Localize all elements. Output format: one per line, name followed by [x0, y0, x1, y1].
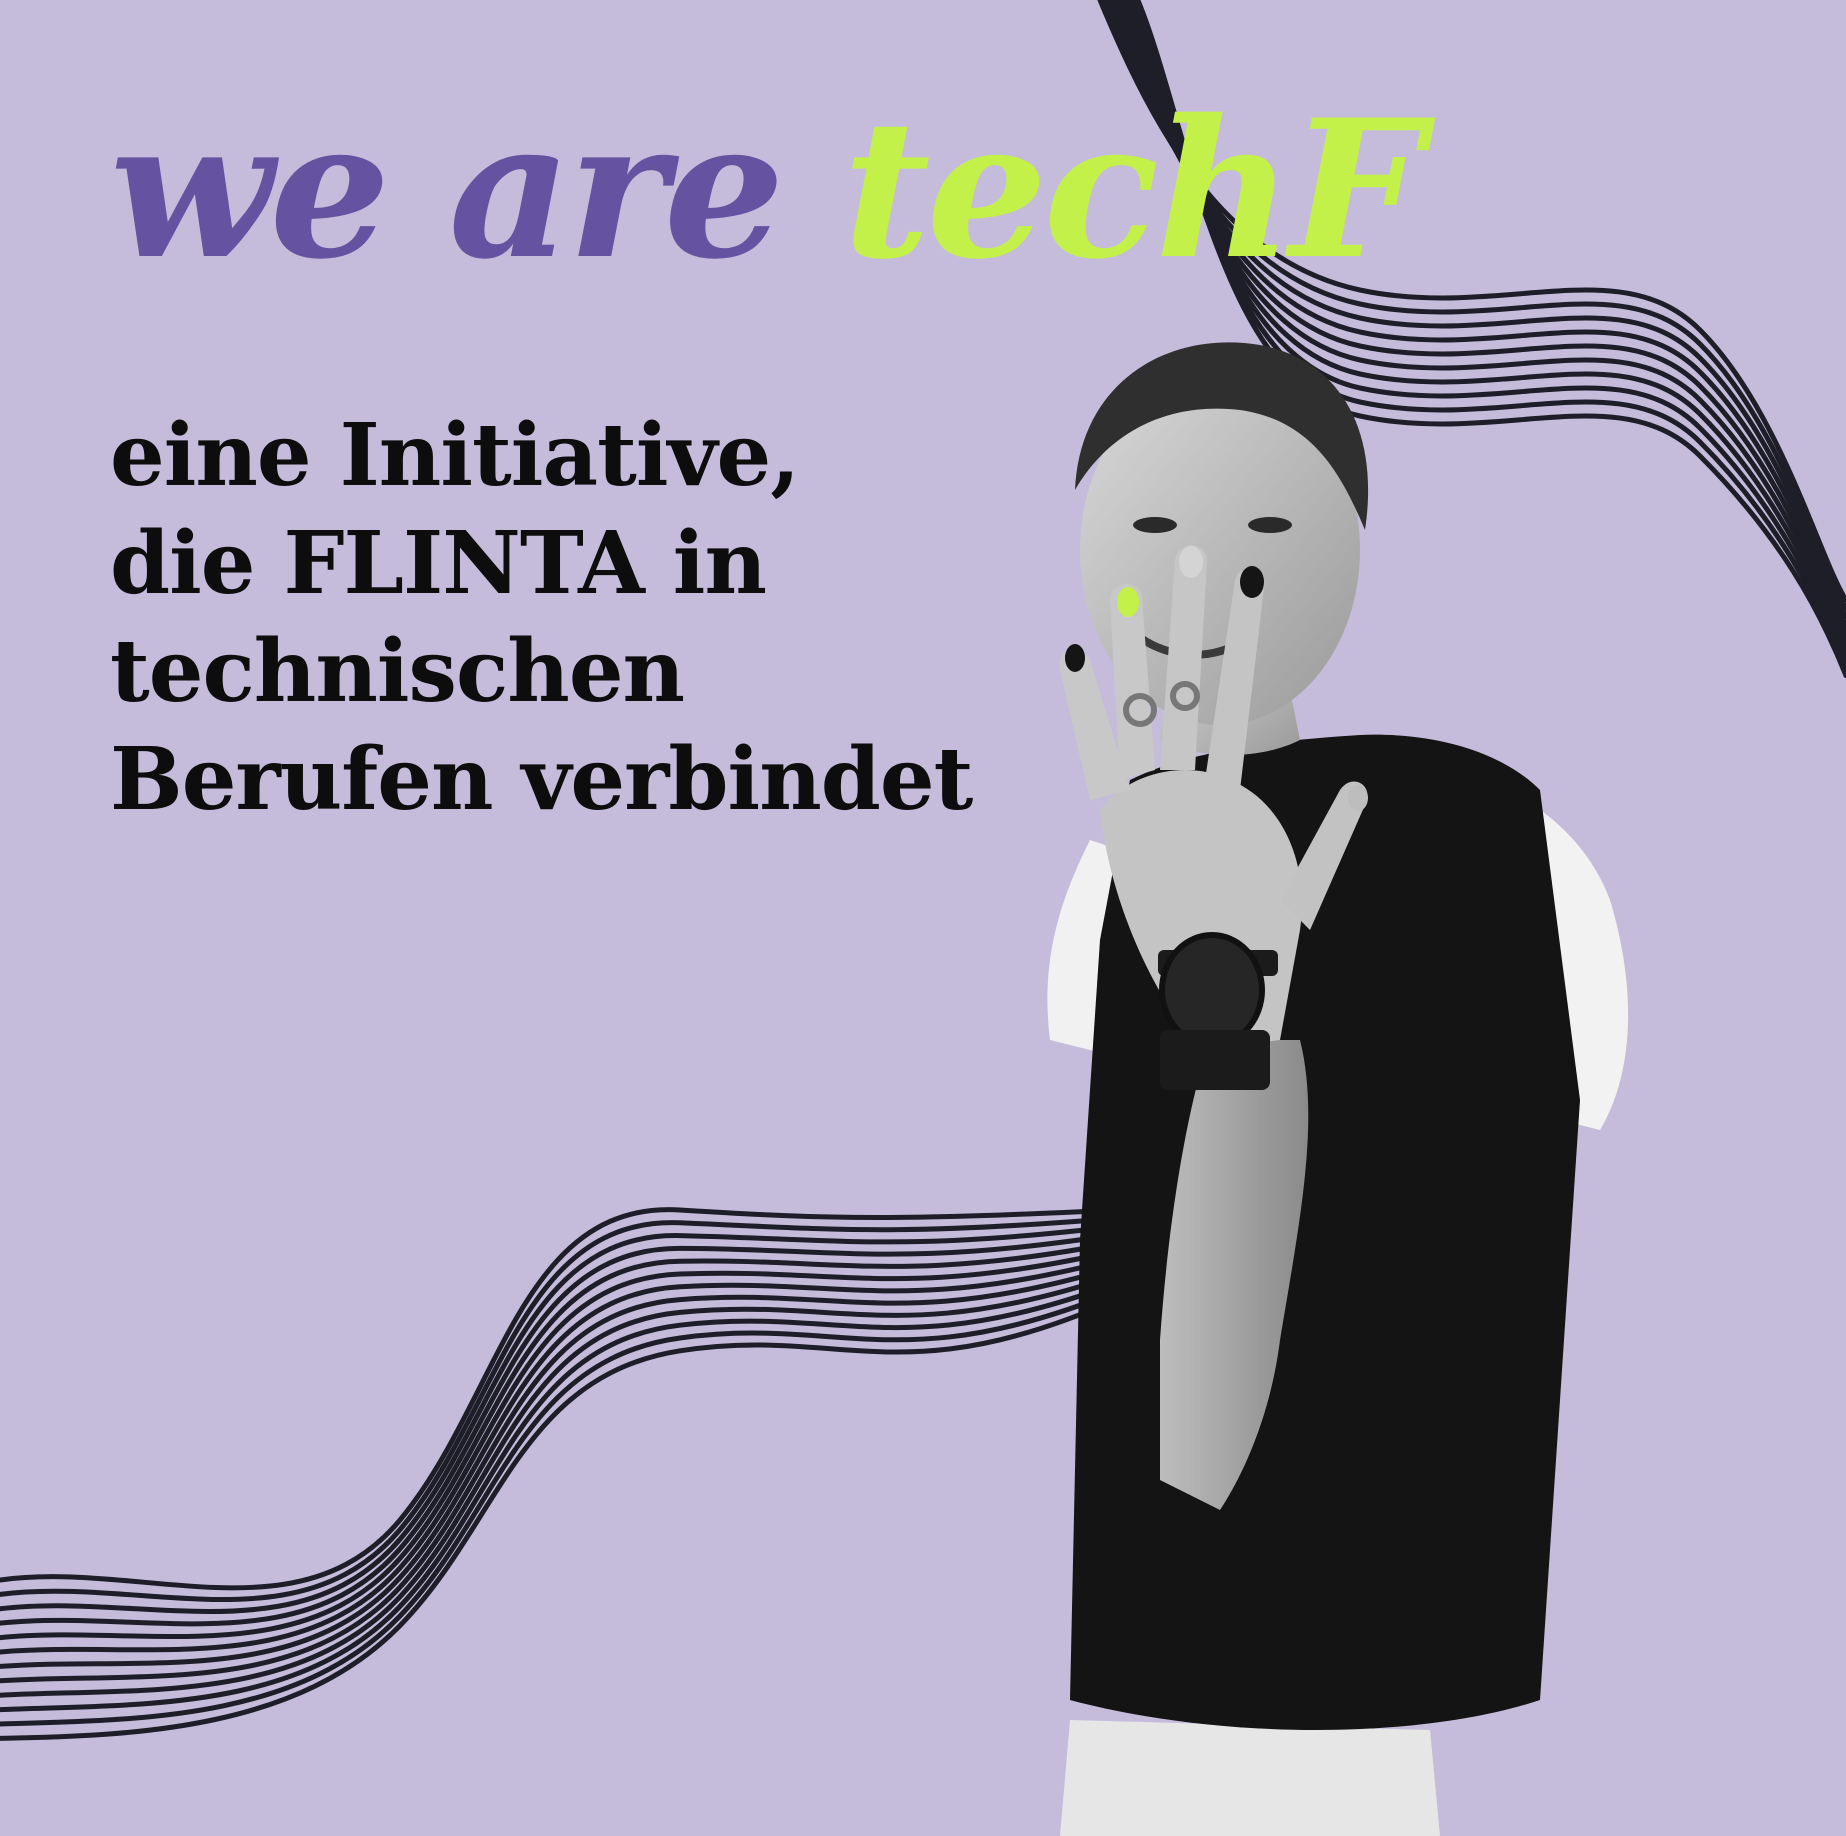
wave-line: [0, 1255, 1123, 1669]
headline-part-techf: techF: [842, 78, 1424, 301]
wave-line: [0, 1279, 1123, 1713]
tagline-line-3: technischen: [110, 621, 685, 722]
headline-part-we-are: we are: [110, 78, 785, 301]
poster: we are techF eine Initiative, die FLINTA…: [0, 0, 1846, 1836]
tagline: eine Initiative, die FLINTA in technisch…: [110, 402, 973, 834]
wave-line: [0, 1223, 1123, 1614]
tagline-line-4: Berufen verbindet: [110, 729, 973, 830]
tagline-line-1: eine Initiative,: [110, 405, 800, 506]
wave-line: [0, 1231, 1123, 1627]
tagline-line-2: die FLINTA in: [110, 513, 767, 614]
headline: we are techF: [110, 95, 1424, 285]
wave-line: [0, 1295, 1123, 1741]
person-photo: [1047, 342, 1629, 1836]
